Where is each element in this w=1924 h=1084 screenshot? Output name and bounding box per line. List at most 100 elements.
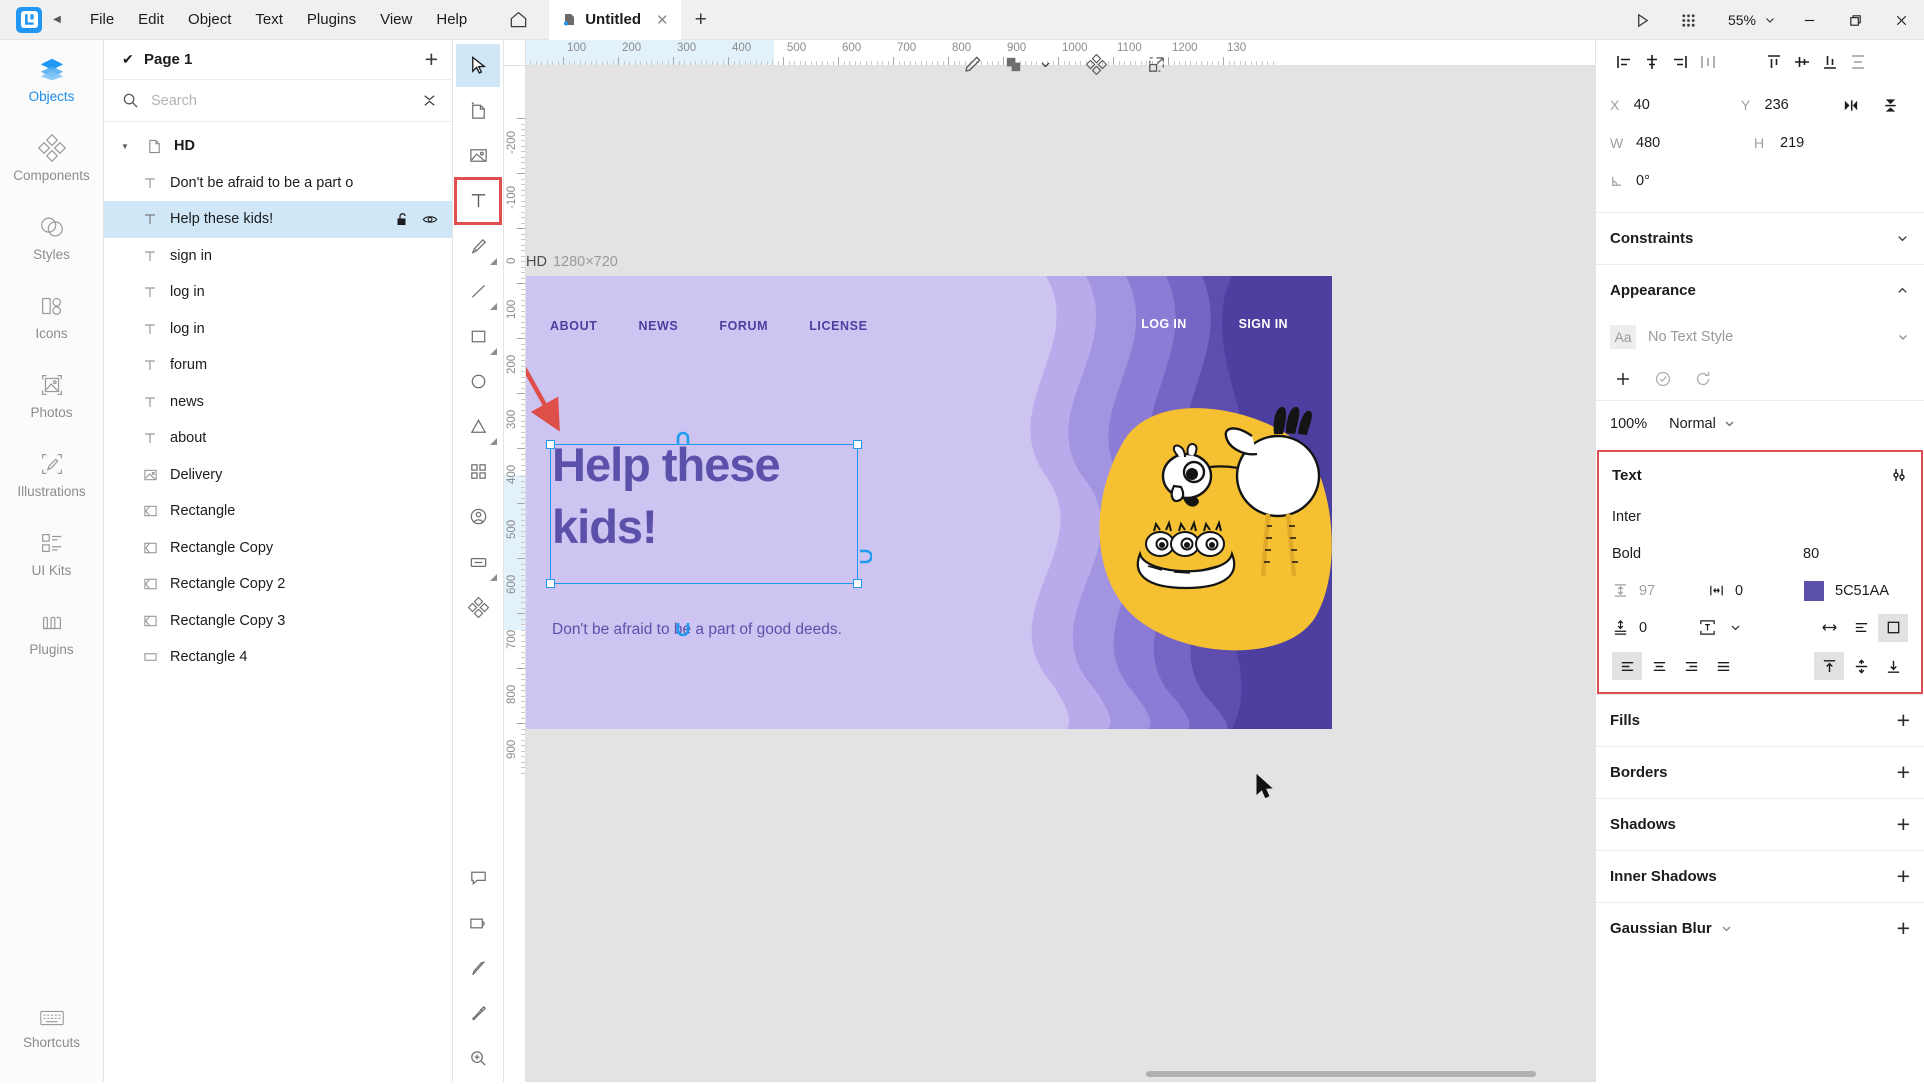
text-style-row[interactable]: Aa No Text Style (1596, 316, 1924, 358)
nav-link-forum[interactable]: FORUM (719, 319, 768, 333)
shadows-section-header[interactable]: Shadows + (1596, 798, 1924, 850)
chevron-down-icon[interactable]: ▼ (116, 142, 134, 151)
text-valign-middle-button[interactable] (1846, 652, 1876, 680)
align-right-button[interactable] (1666, 48, 1694, 76)
grid-apps-icon[interactable] (1666, 0, 1712, 40)
close-icon[interactable] (1878, 0, 1924, 40)
font-family-row[interactable]: Inter (1599, 498, 1921, 535)
knife-tool[interactable] (456, 947, 500, 990)
vertical-ruler[interactable]: -200 -100 0 100 200 300 400 500 600 700 800 900 (504, 66, 526, 1082)
headline-text[interactable]: Help these kids! (552, 434, 872, 558)
constraints-section-header[interactable]: Constraints (1596, 212, 1924, 264)
add-fill-button[interactable]: + (1897, 709, 1910, 732)
align-left-button[interactable] (1610, 48, 1638, 76)
nav-link-news[interactable]: NEWS (638, 319, 678, 333)
flyout-indicator[interactable] (490, 257, 497, 265)
w-value[interactable]: 480 (1636, 135, 1754, 151)
triangle-tool[interactable] (456, 405, 500, 448)
align-bottom-button[interactable] (1816, 48, 1844, 76)
layer-row-rectangle-4[interactable]: Rectangle 4 (104, 639, 452, 676)
minimize-icon[interactable] (1786, 0, 1832, 40)
flip-horizontal-icon[interactable] (1830, 97, 1870, 114)
export-slice-button[interactable] (1134, 42, 1178, 86)
chevron-down-icon[interactable] (1723, 417, 1736, 430)
distribute-vertical-button[interactable] (1844, 48, 1872, 76)
menu-file[interactable]: File (78, 5, 126, 34)
zoom-control[interactable]: 55% (1712, 0, 1786, 40)
distribute-horizontal-button[interactable] (1694, 48, 1722, 76)
text-color-swatch[interactable] (1804, 580, 1824, 601)
add-border-button[interactable]: + (1897, 761, 1910, 784)
button-tool[interactable] (456, 541, 500, 584)
text-valign-bottom-button[interactable] (1878, 652, 1908, 680)
add-inner-shadow-button[interactable]: + (1897, 865, 1910, 888)
nav-link-sign-in[interactable]: SIGN IN (1239, 317, 1288, 331)
borders-section-header[interactable]: Borders + (1596, 746, 1924, 798)
artboard-tool[interactable] (456, 89, 500, 132)
flip-vertical-icon[interactable] (1870, 97, 1910, 114)
collapse-all-icon[interactable] (421, 92, 438, 109)
boolean-ops-button[interactable] (994, 42, 1032, 86)
note-tool[interactable] (456, 901, 500, 944)
edit-vector-button[interactable] (950, 42, 994, 86)
component-tool[interactable] (456, 586, 500, 629)
layer-row-delivery[interactable]: Delivery (104, 457, 452, 494)
blend-mode-value[interactable]: Normal (1669, 416, 1716, 432)
layer-row-log-in-2[interactable]: log in (104, 311, 452, 348)
menu-text[interactable]: Text (243, 5, 295, 34)
auto-height-button[interactable] (1846, 614, 1876, 642)
paragraph-spacing-field[interactable]: 0 (1612, 619, 1698, 636)
add-style-button[interactable] (1608, 364, 1638, 394)
align-hcenter-button[interactable] (1638, 48, 1666, 76)
document-tab[interactable]: Untitled ✕ (549, 0, 681, 40)
layer-row-rectangle-copy-3[interactable]: Rectangle Copy 3 (104, 603, 452, 640)
sidebar-item-styles[interactable]: Styles (0, 198, 104, 277)
layer-row-news[interactable]: news (104, 384, 452, 421)
sidebar-item-icons[interactable]: Icons (0, 277, 104, 356)
font-size-value[interactable]: 80 (1803, 546, 1908, 562)
artboard-name-label[interactable]: HD 1280×720 (526, 254, 618, 270)
flyout-indicator[interactable] (490, 573, 497, 581)
new-tab-button[interactable]: + (695, 8, 707, 32)
reset-style-button[interactable] (1688, 364, 1718, 394)
artboard-hd[interactable]: ABOUT NEWS FORUM LICENSE LOG IN SIGN IN … (526, 276, 1332, 729)
text-tool[interactable] (454, 177, 502, 225)
sliders-icon[interactable] (1890, 466, 1908, 484)
layer-row-hd[interactable]: ▼ HD (104, 128, 452, 165)
search-input[interactable] (151, 92, 409, 109)
flyout-indicator[interactable] (490, 347, 497, 355)
nav-link-about[interactable]: ABOUT (550, 319, 597, 333)
lunacy-logo-icon[interactable] (16, 6, 42, 33)
page-selector-row[interactable]: ✔ Page 1 + (104, 40, 452, 80)
sidebar-item-shortcuts[interactable]: Shortcuts (0, 989, 104, 1068)
layer-row-log-in-1[interactable]: log in (104, 274, 452, 311)
zoom-in-tool[interactable] (456, 1037, 500, 1080)
rectangle-tool[interactable] (456, 315, 500, 358)
line-tool[interactable] (456, 270, 500, 313)
flyout-indicator[interactable] (490, 438, 497, 446)
chevron-down-icon[interactable] (1032, 42, 1058, 86)
sidebar-item-objects[interactable]: Objects (0, 40, 104, 119)
collapse-left-icon[interactable]: ◀ (48, 14, 66, 25)
chevron-down-icon[interactable] (1729, 621, 1742, 634)
text-color-hex[interactable]: 5C51AA (1835, 583, 1889, 599)
rotation-value[interactable]: 0° (1636, 173, 1754, 189)
layer-row-rectangle-copy[interactable]: Rectangle Copy (104, 530, 452, 567)
menu-object[interactable]: Object (176, 5, 243, 34)
text-transform-icon[interactable] (1698, 618, 1717, 637)
menu-help[interactable]: Help (424, 5, 479, 34)
layer-row-rectangle[interactable]: Rectangle (104, 493, 452, 530)
move-tool[interactable] (456, 44, 500, 88)
inner-shadows-section-header[interactable]: Inner Shadows + (1596, 850, 1924, 902)
create-component-button[interactable] (1074, 42, 1118, 86)
menu-edit[interactable]: Edit (126, 5, 176, 34)
chevron-down-icon[interactable] (1895, 231, 1910, 246)
horizontal-scrollbar[interactable] (1146, 1071, 1536, 1077)
play-icon[interactable] (1620, 0, 1666, 40)
subtitle-text[interactable]: Don't be afraid to be a part of good dee… (552, 621, 842, 639)
text-align-left-button[interactable] (1612, 652, 1642, 680)
restore-icon[interactable] (1832, 0, 1878, 40)
opacity-value[interactable]: 100% (1610, 416, 1647, 432)
menu-view[interactable]: View (368, 5, 424, 34)
layer-row-rectangle-copy-2[interactable]: Rectangle Copy 2 (104, 566, 452, 603)
